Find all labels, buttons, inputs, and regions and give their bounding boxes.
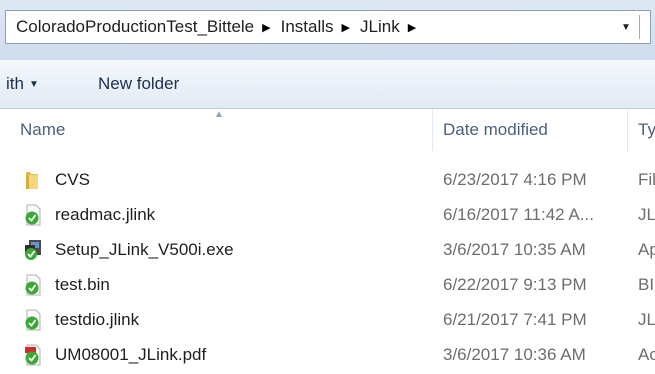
column-header-name[interactable]: Name <box>20 109 430 151</box>
folder-icon <box>26 172 38 189</box>
file-name: Setup_JLink_V500i.exe <box>55 239 234 259</box>
breadcrumb-separator-icon[interactable]: ▶ <box>342 21 350 34</box>
file-type: Fil <box>638 169 655 189</box>
column-divider[interactable] <box>432 109 433 151</box>
file-name: readmac.jlink <box>55 204 156 224</box>
column-header-date-modified[interactable]: Date modified <box>443 109 623 151</box>
command-toolbar: ith ▼ New folder <box>0 60 655 109</box>
file-date: 6/16/2017 11:42 A... <box>443 204 594 224</box>
file-name: CVS <box>55 169 90 189</box>
file-row[interactable]: UM08001_JLink.pdf 3/6/2017 10:36 AM Ac <box>0 337 655 372</box>
file-name: UM08001_JLink.pdf <box>55 344 207 364</box>
jlink-file-icon <box>25 309 41 331</box>
address-bar[interactable]: ColoradoProductionTest_Bittele ▶ Install… <box>5 10 651 44</box>
column-header-row: Name ▲ Date modified Ty <box>0 109 655 151</box>
new-folder-button[interactable]: New folder <box>98 60 179 108</box>
sort-ascending-icon: ▲ <box>214 109 224 120</box>
open-with-button[interactable]: ith ▼ <box>6 60 39 108</box>
file-row[interactable]: test.bin 6/22/2017 9:13 PM BI <box>0 267 655 302</box>
file-name: testdio.jlink <box>55 309 140 329</box>
file-row[interactable]: readmac.jlink 6/16/2017 11:42 A... JLI <box>0 197 655 232</box>
column-header-type-label: Ty <box>638 120 655 139</box>
breadcrumb-separator-icon[interactable]: ▶ <box>262 21 270 34</box>
file-type: Ap <box>638 239 655 259</box>
breadcrumb-item[interactable]: JLink ▶ <box>350 11 416 43</box>
breadcrumb-separator-icon[interactable]: ▶ <box>408 21 416 34</box>
file-type: BI <box>638 274 655 294</box>
column-header-date-label: Date modified <box>443 120 548 139</box>
file-date: 3/6/2017 10:36 AM <box>443 344 586 364</box>
chevron-down-icon: ▼ <box>28 78 39 90</box>
jlink-file-icon <box>25 274 41 296</box>
breadcrumb-label: ColoradoProductionTest_Bittele <box>16 17 255 36</box>
breadcrumb-label: Installs <box>280 17 334 36</box>
file-date: 6/23/2017 4:16 PM <box>443 169 587 189</box>
file-row[interactable]: Setup_JLink_V500i.exe 3/6/2017 10:35 AM … <box>0 232 655 267</box>
new-folder-label: New folder <box>98 74 180 93</box>
address-divider <box>639 15 640 39</box>
file-row[interactable]: testdio.jlink 6/21/2017 7:41 PM JLI <box>0 302 655 337</box>
jlink-file-icon <box>25 204 41 226</box>
column-divider[interactable] <box>627 109 628 151</box>
file-date: 6/22/2017 9:13 PM <box>443 274 587 294</box>
column-header-type[interactable]: Ty <box>638 109 655 151</box>
breadcrumb-item[interactable]: Installs ▶ <box>271 11 350 43</box>
installer-icon <box>25 240 41 260</box>
file-row[interactable]: CVS 6/23/2017 4:16 PM Fil <box>0 162 655 197</box>
open-with-label: ith <box>6 74 24 93</box>
file-date: 3/6/2017 10:35 AM <box>443 239 586 259</box>
column-header-name-label: Name <box>20 120 66 139</box>
file-type: JLI <box>638 309 655 329</box>
file-type: JLI <box>638 204 655 224</box>
file-date: 6/21/2017 7:41 PM <box>443 309 587 329</box>
address-dropdown-icon[interactable]: ▼ <box>616 11 636 43</box>
file-type: Ac <box>638 344 655 364</box>
file-list: CVS 6/23/2017 4:16 PM Fil readmac.jlink … <box>0 162 655 372</box>
pdf-icon <box>25 344 41 366</box>
breadcrumb-item[interactable]: ColoradoProductionTest_Bittele ▶ <box>6 11 271 43</box>
file-name: test.bin <box>55 274 110 294</box>
address-bar-area: ColoradoProductionTest_Bittele ▶ Install… <box>0 0 655 60</box>
breadcrumb-label: JLink <box>360 17 400 36</box>
